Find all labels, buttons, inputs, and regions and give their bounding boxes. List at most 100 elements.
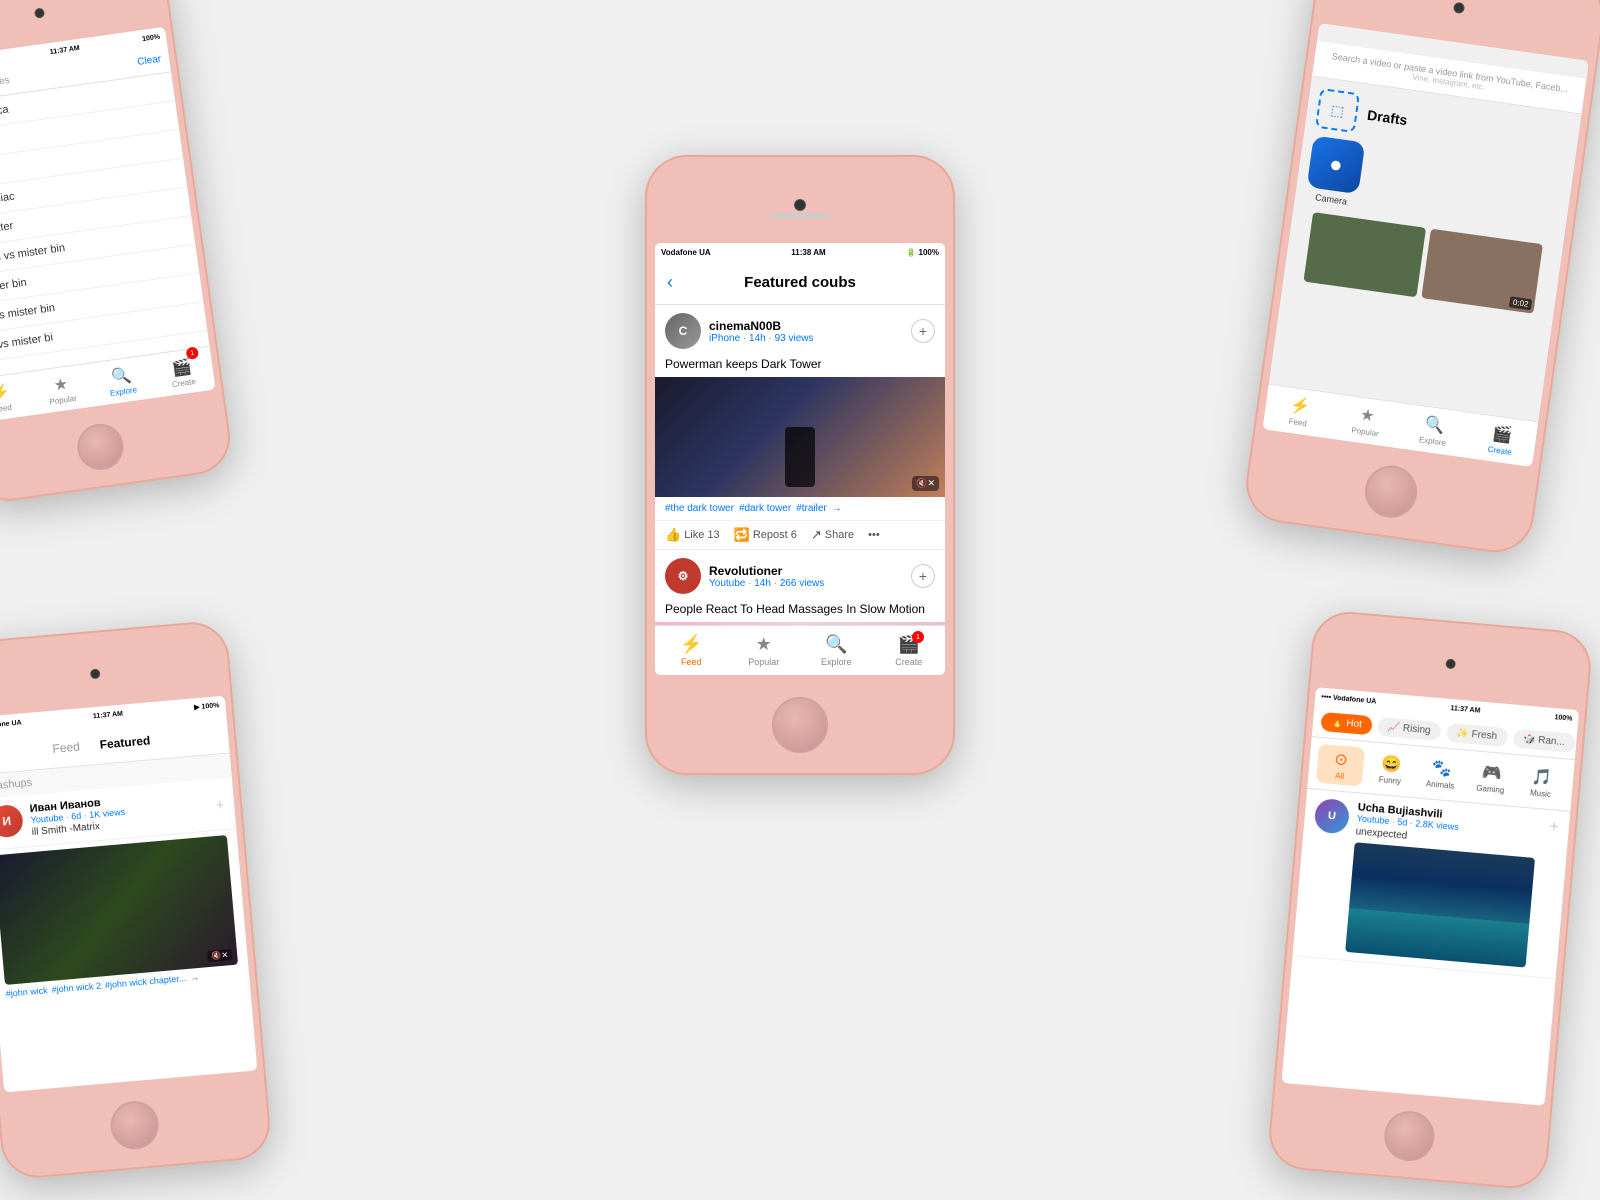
time-label: 11:38 AM [791, 248, 825, 257]
feed-more-arrow[interactable]: → [190, 972, 200, 983]
create-label: Create [895, 657, 922, 667]
clear-button[interactable]: Clear [137, 54, 162, 68]
camera-app[interactable]: ● Camera [1305, 135, 1366, 208]
search-tab-explore[interactable]: 🔍 Explore [89, 355, 155, 406]
repost-icon: 🔁 [734, 527, 750, 543]
center-home-button[interactable] [772, 697, 828, 753]
hot-screen: •••• Vodafone UA 11:37 AM 100% 🔥 Hot 📈 R… [1282, 687, 1580, 1105]
feed-carrier: Vodafone UA [0, 719, 22, 730]
center-screen: Vodafone UA 11:38 AM 🔋 100% ‹ Featured c… [655, 243, 945, 675]
cat-gaming[interactable]: 🎮 Gaming [1466, 757, 1516, 800]
feed-icon: ⚡ [680, 634, 702, 655]
rt-feed-icon: ⚡ [1289, 395, 1312, 418]
cat-animals[interactable]: 🐾 Animals [1416, 753, 1466, 796]
search-create-icon: 🎬 [170, 356, 193, 379]
search-title: Recent searches [0, 75, 10, 96]
filter-hot[interactable]: 🔥 Hot [1320, 712, 1372, 735]
right-top-home-button[interactable] [1362, 462, 1421, 521]
hot-avatar: U [1314, 798, 1351, 835]
search-time: 11:37 AM [49, 44, 80, 55]
search-feed-icon: ⚡ [0, 381, 12, 404]
center-tab-bar: ⚡ Feed ★ Popular 🔍 Explore 🎬 1 Create [655, 625, 945, 675]
drafts-thumb-1[interactable] [1303, 212, 1425, 297]
rt-tab-feed[interactable]: ⚡ Feed [1262, 385, 1336, 439]
rt-feed-label: Feed [1288, 417, 1307, 428]
rt-tab-popular[interactable]: ★ Popular [1330, 394, 1404, 448]
search-tab-bar: ⚡ Feed ★ Popular 🔍 Explore 🎬 1 Create [0, 346, 216, 424]
filter-random[interactable]: 🎲 Ran... [1512, 729, 1575, 753]
center-status-bar: Vodafone UA 11:38 AM 🔋 100% [655, 243, 945, 261]
explore-label: Explore [821, 657, 852, 667]
hot-video-large[interactable] [1345, 842, 1535, 967]
funny-icon: 😄 [1381, 753, 1403, 775]
more-tags[interactable]: → [832, 503, 842, 514]
camera-icon: ● [1307, 135, 1366, 194]
video-duration: 0:02 [1509, 296, 1532, 310]
feed-avatar: И [0, 804, 24, 839]
cat-funny[interactable]: 😄 Funny [1366, 748, 1416, 791]
tab-popular[interactable]: ★ Popular [728, 634, 801, 667]
drafts-tab-bar: ⚡ Feed ★ Popular 🔍 Explore 🎬 Create [1262, 384, 1538, 467]
feed-tab-feed[interactable]: Feed [52, 739, 80, 755]
mute-btn-1[interactable]: 🔇✕ [912, 476, 939, 491]
feed-tab-featured[interactable]: Featured [99, 733, 151, 751]
post-user-info-1: cinemaN00B iPhone · 14h · 93 views [709, 319, 903, 344]
search-create-badge: 1 [186, 346, 200, 360]
tab-feed[interactable]: ⚡ Feed [655, 634, 728, 667]
search-tab-create[interactable]: 🎬 1 Create [149, 347, 215, 398]
center-phone: Vodafone UA 11:38 AM 🔋 100% ‹ Featured c… [645, 155, 955, 775]
like-label: Like 13 [684, 529, 719, 541]
filter-rising[interactable]: 📈 Rising [1377, 717, 1441, 741]
cat-all[interactable]: ⊙ All [1316, 744, 1366, 787]
tag[interactable]: #dark tower [739, 503, 791, 514]
feed-follow-btn[interactable]: + [215, 796, 225, 813]
mute-overlay: 🔇✕ [207, 949, 233, 962]
repost-btn-1[interactable]: 🔁 Repost 6 [734, 527, 797, 543]
hot-carrier: •••• Vodafone UA [1321, 693, 1377, 705]
feed-tag-1[interactable]: #john wick [5, 985, 48, 999]
filter-fresh[interactable]: ✨ Fresh [1446, 723, 1508, 747]
popular-label: Popular [748, 657, 779, 667]
right-bottom-home-button[interactable] [1382, 1109, 1436, 1163]
post-video-1[interactable]: 🔇✕ [655, 377, 945, 497]
music-icon: 🎵 [1531, 766, 1553, 788]
feed-tag-2[interactable]: #john wick 2 [51, 981, 101, 995]
tab-create[interactable]: 🎬 1 Create [873, 634, 946, 667]
like-btn-1[interactable]: 👍 Like 13 [665, 527, 720, 543]
search-create-label: Create [171, 377, 196, 389]
animals-icon: 🐾 [1431, 758, 1453, 780]
more-btn-1[interactable]: ••• [868, 529, 880, 541]
right-bottom-screen: •••• Vodafone UA 11:37 AM 100% 🔥 Hot 📈 R… [1282, 687, 1580, 1105]
search-tab-popular[interactable]: ★ Popular [28, 364, 94, 415]
rt-tab-create[interactable]: 🎬 Create [1465, 413, 1539, 467]
follow-btn-2[interactable]: + [911, 564, 935, 588]
post-source-2: Youtube [709, 578, 745, 589]
back-button[interactable]: ‹ [667, 272, 673, 293]
left-top-home-button[interactable] [75, 421, 127, 473]
follow-btn-1[interactable]: + [911, 319, 935, 343]
hot-post-info: Ucha Bujiashvili Youtube · 5d · 2.8K vie… [1345, 801, 1538, 967]
drafts-icon: ⬚ [1330, 101, 1345, 120]
tab-explore[interactable]: 🔍 Explore [800, 634, 873, 667]
camera-label: Camera [1315, 192, 1348, 206]
post-card-1: C cinemaN00B iPhone · 14h · 93 views + P… [655, 305, 945, 550]
search-popular-icon: ★ [52, 373, 69, 395]
drafts-area: ⬚ Drafts ● Camera 0:02 [1282, 77, 1581, 327]
drafts-thumb-2[interactable]: 0:02 [1421, 229, 1543, 314]
rt-explore-label: Explore [1418, 435, 1446, 448]
feed-time: 11:37 AM [93, 710, 124, 720]
left-bottom-home-button[interactable] [109, 1099, 161, 1151]
music-label: Music [1530, 788, 1552, 799]
share-btn-1[interactable]: ↗ Share [811, 527, 854, 543]
feed-video-thumb[interactable]: 🔇✕ [0, 835, 238, 985]
drafts-icon-box: ⬚ [1315, 88, 1360, 133]
left-bottom-camera [90, 668, 101, 679]
search-feed-label: Feed [0, 402, 12, 413]
hot-follow-btn[interactable]: + [1549, 818, 1560, 837]
rt-tab-explore[interactable]: 🔍 Explore [1397, 403, 1471, 457]
search-battery: 100% [142, 33, 161, 42]
feed-tag-3[interactable]: #john wick chapter... [105, 973, 187, 990]
cat-music[interactable]: 🎵 Music [1517, 761, 1567, 804]
tag[interactable]: #the dark tower [665, 503, 734, 514]
tag[interactable]: #trailer [796, 503, 827, 514]
